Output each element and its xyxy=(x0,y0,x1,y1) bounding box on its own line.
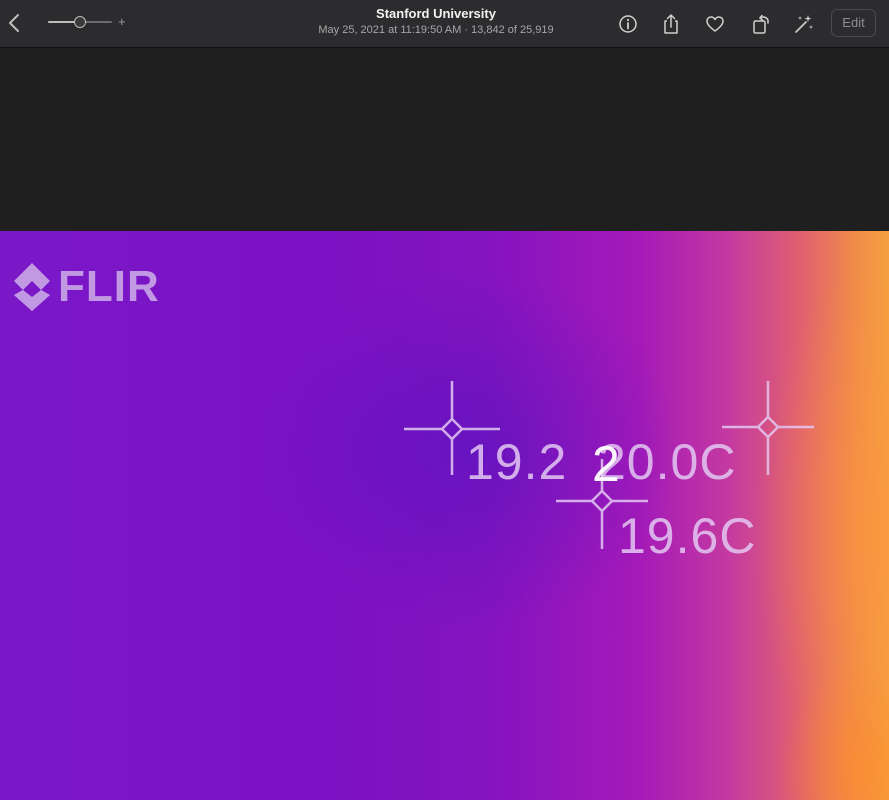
heart-icon xyxy=(706,16,724,32)
favorite-button[interactable] xyxy=(702,11,728,37)
letterbox-area xyxy=(0,48,889,231)
edit-button[interactable]: Edit xyxy=(831,9,876,37)
rotate-button[interactable] xyxy=(748,11,774,37)
spot-reading-2-overlap: 2 xyxy=(592,436,621,492)
zoom-thumb[interactable] xyxy=(74,16,86,28)
photo-title: Stanford University xyxy=(376,6,496,21)
spot-reading-3: 19.6C xyxy=(618,508,757,564)
back-button[interactable] xyxy=(4,10,24,36)
info-icon xyxy=(619,15,637,33)
photo-viewer-window: + Stanford University May 25, 2021 at 11… xyxy=(0,0,889,800)
photo-subtitle: May 25, 2021 at 11:19:50 AM · 13,842 of … xyxy=(318,24,554,36)
thermal-photo[interactable]: FLIR 19.2 20.0C 2 19.6C xyxy=(0,231,889,800)
share-icon xyxy=(664,14,678,34)
spot-reading-1: 19.2 xyxy=(466,434,568,490)
enhance-button[interactable] xyxy=(791,11,817,37)
title-block: Stanford University May 25, 2021 at 11:1… xyxy=(260,5,612,38)
rotate-icon xyxy=(753,14,769,34)
zoom-slider[interactable] xyxy=(46,14,116,30)
info-button[interactable] xyxy=(615,11,641,37)
zoom-in-button[interactable]: + xyxy=(118,12,126,32)
chevron-left-icon xyxy=(9,14,19,32)
toolbar: + Stanford University May 25, 2021 at 11… xyxy=(0,0,889,48)
magic-wand-icon xyxy=(795,15,813,33)
share-button[interactable] xyxy=(658,11,684,37)
